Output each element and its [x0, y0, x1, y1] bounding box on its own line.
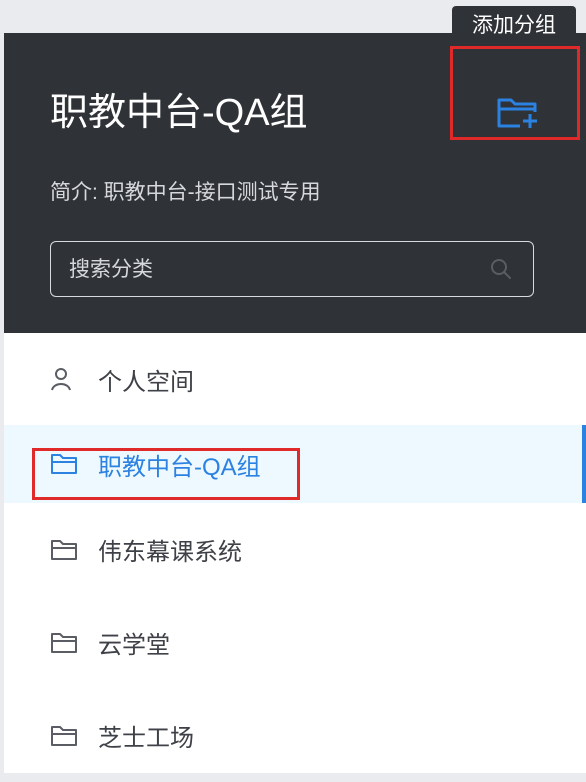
group-panel: 职教中台-QA组 简介: 职教中台-接口测试专用 搜索分类 个人空间 职教中台-…: [4, 33, 586, 773]
folder-icon: [50, 630, 80, 656]
menu-item-weidong-mooc[interactable]: 伟东幕课系统: [4, 503, 586, 596]
group-description: 简介: 职教中台-接口测试专用: [50, 181, 321, 204]
folder-icon: [50, 451, 80, 477]
category-menu: 个人空间 职教中台-QA组 伟东幕课系统 云学堂 芝士工场: [4, 333, 586, 782]
search-icon[interactable]: [489, 257, 513, 281]
menu-item-label: 个人空间: [98, 368, 194, 396]
menu-item-label: 职教中台-QA组: [98, 453, 261, 481]
user-icon: [50, 366, 80, 392]
folder-icon: [50, 723, 80, 749]
search-box: [50, 241, 534, 297]
menu-item-label: 云学堂: [98, 632, 170, 659]
menu-item-label: 芝士工场: [98, 725, 194, 752]
search-input[interactable]: [67, 242, 491, 297]
menu-item-cheese-workshop[interactable]: 芝士工场: [4, 689, 586, 782]
folder-add-icon: [497, 98, 540, 130]
folder-icon: [50, 537, 80, 563]
menu-item-personal-space[interactable]: 个人空间: [4, 333, 586, 425]
add-group-tooltip: 添加分组: [452, 6, 576, 46]
menu-item-qa-group[interactable]: 职教中台-QA组: [4, 425, 586, 503]
menu-item-yunxuetang[interactable]: 云学堂: [4, 596, 586, 689]
menu-item-label: 伟东幕课系统: [98, 539, 242, 566]
add-group-button[interactable]: [488, 87, 548, 137]
group-title: 职教中台-QA组: [50, 92, 308, 134]
group-header: 职教中台-QA组 简介: 职教中台-接口测试专用: [4, 33, 586, 333]
